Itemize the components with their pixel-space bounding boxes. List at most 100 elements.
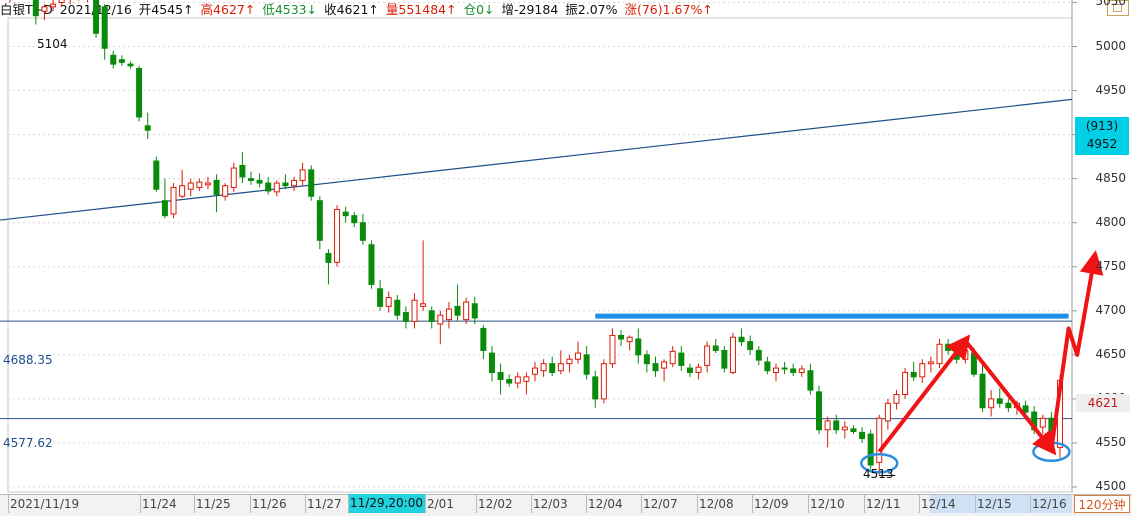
candle-up (729, 336, 736, 373)
candle-down (93, 0, 100, 34)
time-tick-label: 12/02 (478, 497, 513, 511)
candle-up (437, 314, 444, 325)
candle-up (919, 363, 926, 378)
time-tick-label: 12/04 (588, 497, 623, 511)
price-tick-label: 4650 (1095, 346, 1126, 361)
candle-up (695, 366, 702, 373)
candle-up (902, 371, 909, 395)
projection-arrow (877, 334, 971, 453)
candle-down (394, 299, 401, 316)
price-tick-label: 4500 (1095, 479, 1126, 493)
candle-down (351, 215, 358, 224)
time-tick-label: 11/27 (307, 497, 342, 511)
candle-down (497, 371, 504, 381)
time-tick-separator (305, 495, 306, 513)
price-tag-diff: (913) (1085, 119, 1119, 133)
time-tick-label: 2021/11/19 (10, 497, 80, 511)
candle-down (859, 431, 866, 440)
candle-down (153, 160, 160, 190)
candle-up (420, 303, 427, 307)
time-tick-separator (425, 495, 426, 513)
candle-down (239, 164, 246, 178)
candle-up (463, 301, 470, 321)
candle-up (204, 182, 211, 186)
time-tick-label: 11/25 (196, 497, 231, 511)
candle-up (273, 182, 280, 193)
price-tick-label: 5000 (1095, 38, 1126, 53)
candle-down (686, 367, 693, 373)
time-tick-label: 12/07 (643, 497, 678, 511)
candle-down (359, 222, 366, 241)
candle-up (1039, 417, 1046, 428)
time-tick-separator (8, 495, 9, 513)
candle-down (583, 354, 590, 375)
candle-down (480, 327, 487, 351)
time-tick-separator (864, 495, 865, 513)
lower-hline-label: 4577.62 (3, 436, 53, 450)
candle-down (127, 63, 134, 67)
candle-up (669, 350, 676, 365)
price-tick-label: 4750 (1095, 258, 1126, 273)
candle-down (488, 352, 495, 373)
candle-down (118, 59, 125, 63)
candle-up (936, 343, 943, 365)
time-tick-separator (641, 495, 642, 513)
chart-window: 白银T+D 2021/12/16 开4545↑ 高4627↑ 低4533↓ 收4… (0, 0, 1132, 516)
candle-up (532, 367, 538, 375)
candle-down (816, 391, 823, 431)
candle-up (170, 186, 177, 215)
crosshair-time-label: 11/29,20:00 (348, 494, 425, 513)
candle-down (747, 341, 754, 351)
candle-up (988, 398, 995, 409)
time-tick-separator (919, 495, 920, 513)
candle-up (609, 334, 616, 365)
time-tick-separator (586, 495, 587, 513)
candle-down (549, 363, 556, 373)
candle-up (187, 182, 194, 190)
trendline (0, 98, 1073, 221)
candle-up (884, 402, 891, 422)
candle-up (291, 179, 298, 187)
candle-up (445, 308, 452, 321)
candle-down (428, 310, 435, 322)
candle-down (256, 179, 263, 184)
time-tick-separator (697, 495, 698, 513)
time-tick-label: 2/01 (427, 497, 454, 511)
candle-down (506, 379, 513, 384)
candle-up (385, 297, 392, 307)
candle-up (196, 181, 203, 188)
candle-up (841, 426, 848, 431)
candle-up (230, 167, 237, 188)
time-tick-label: 12/10 (810, 497, 845, 511)
candle-down (454, 305, 461, 316)
time-tick-label: 11/26 (252, 497, 287, 511)
price-tick-label: 4800 (1095, 214, 1126, 229)
price-tick-label: 4950 (1095, 82, 1126, 97)
time-tick-separator (140, 495, 141, 513)
candle-up (575, 352, 582, 360)
time-tick-label: 11/24 (142, 497, 177, 511)
candle-down (110, 54, 117, 65)
candle-down (790, 368, 797, 373)
time-tick-label: 12/16 (1032, 497, 1067, 511)
time-tick-separator (808, 495, 809, 513)
price-tick-label: 4850 (1095, 170, 1126, 185)
candle-up (514, 376, 521, 384)
candle-down (136, 68, 143, 118)
candle-up (798, 368, 805, 373)
candle-up (704, 345, 711, 366)
price-tag: (913) 4952 (1075, 117, 1129, 155)
candle-up (824, 420, 831, 431)
candle-up (523, 376, 530, 382)
period-selector[interactable]: 120分钟 (1074, 495, 1130, 513)
candle-up (962, 349, 969, 360)
candle-down (592, 376, 599, 400)
candle-down (996, 398, 1003, 404)
candle-down (618, 334, 625, 340)
candle-down (213, 179, 220, 196)
upper-hline-label: 4688.35 (3, 353, 53, 367)
candle-up (772, 367, 779, 373)
candlestick-chart[interactable] (0, 0, 1132, 515)
candle-down (402, 312, 409, 322)
candle-down (635, 338, 642, 356)
